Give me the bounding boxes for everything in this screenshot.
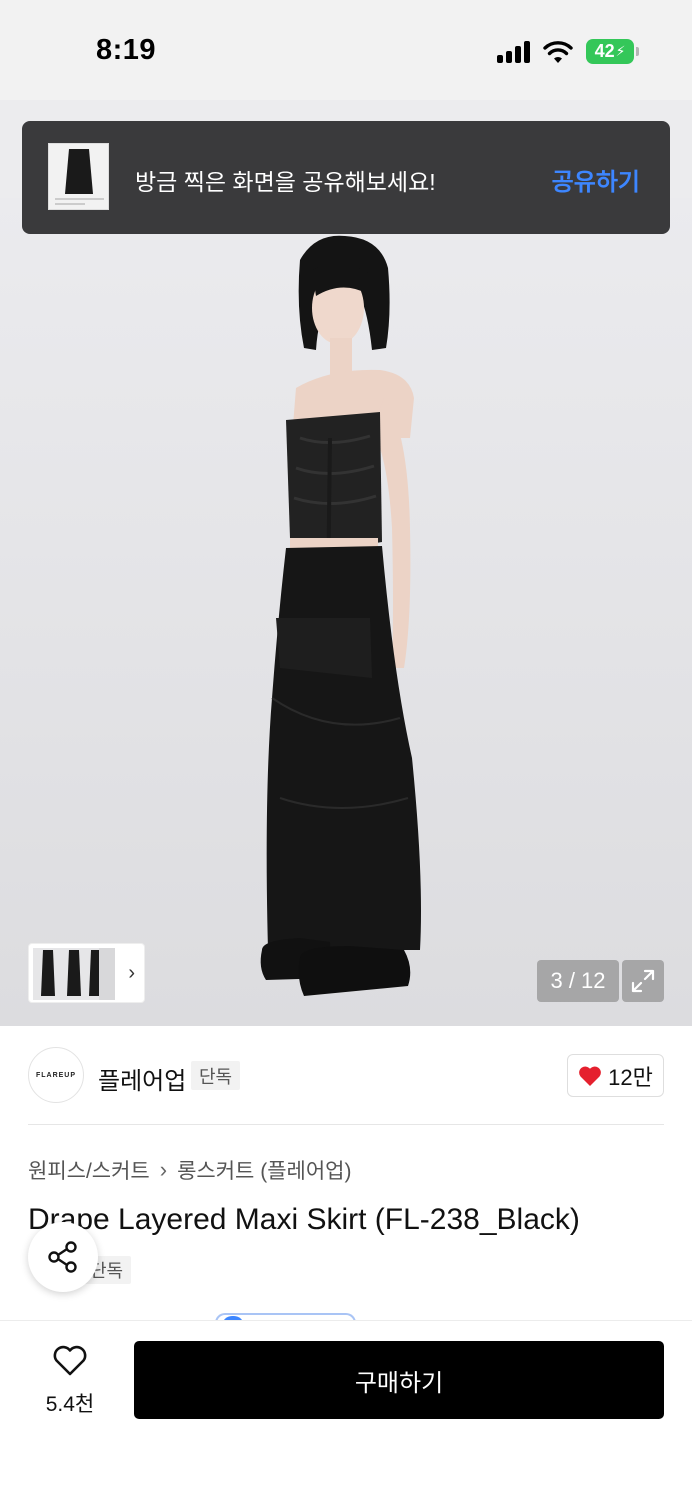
thumbnail-images xyxy=(33,948,115,1000)
exclusive-badge: 단독 xyxy=(191,1061,241,1090)
breadcrumb: 원피스/스커트 › 롱스커트 (플레어업) xyxy=(28,1155,351,1185)
share-button[interactable] xyxy=(28,1222,98,1292)
divider xyxy=(28,1124,664,1125)
brand-name[interactable]: 플레어업 xyxy=(98,1061,186,1096)
breadcrumb-category[interactable]: 원피스/스커트 xyxy=(28,1155,150,1185)
wifi-icon xyxy=(543,41,573,63)
image-counter: 3 / 12 xyxy=(537,960,619,1002)
buy-button[interactable]: 구매하기 xyxy=(134,1341,664,1419)
brand-like-button[interactable]: 12만 xyxy=(567,1054,664,1097)
share-icon xyxy=(48,1241,77,1273)
status-bar: 8:19 42 ⚡ xyxy=(0,0,692,100)
toast-message: 방금 찍은 화면을 공유해보세요! xyxy=(135,169,436,195)
chevron-right-icon: › xyxy=(159,1157,168,1182)
product-title: Drape Layered Maxi Skirt (FL-238_Black) xyxy=(28,1203,580,1236)
signal-icon xyxy=(497,41,531,63)
screenshot-thumbnail[interactable] xyxy=(48,143,109,210)
brand-like-count: 12만 xyxy=(608,1064,653,1090)
heart-icon xyxy=(579,1066,602,1086)
battery-level: 42 xyxy=(594,41,615,61)
brand-logo[interactable]: FLAREUP xyxy=(28,1047,84,1103)
chevron-right-icon: › xyxy=(128,962,135,984)
model-illustration xyxy=(260,235,421,996)
status-time: 8:19 xyxy=(96,34,157,66)
toast-share-button[interactable]: 공유하기 xyxy=(552,162,640,197)
heart-outline-icon xyxy=(53,1345,87,1376)
thumbnail-strip[interactable]: › xyxy=(28,943,145,1003)
breadcrumb-subcategory[interactable]: 롱스커트 (플레어업) xyxy=(177,1155,351,1185)
wishlist-button[interactable]: 5.4천 xyxy=(28,1345,112,1418)
battery-icon: 42 ⚡ xyxy=(586,39,639,64)
wishlist-count: 5.4천 xyxy=(45,1393,95,1416)
share-toast: 방금 찍은 화면을 공유해보세요! 공유하기 xyxy=(22,121,670,234)
expand-icon[interactable] xyxy=(622,960,664,1002)
product-image[interactable] xyxy=(0,198,692,1026)
